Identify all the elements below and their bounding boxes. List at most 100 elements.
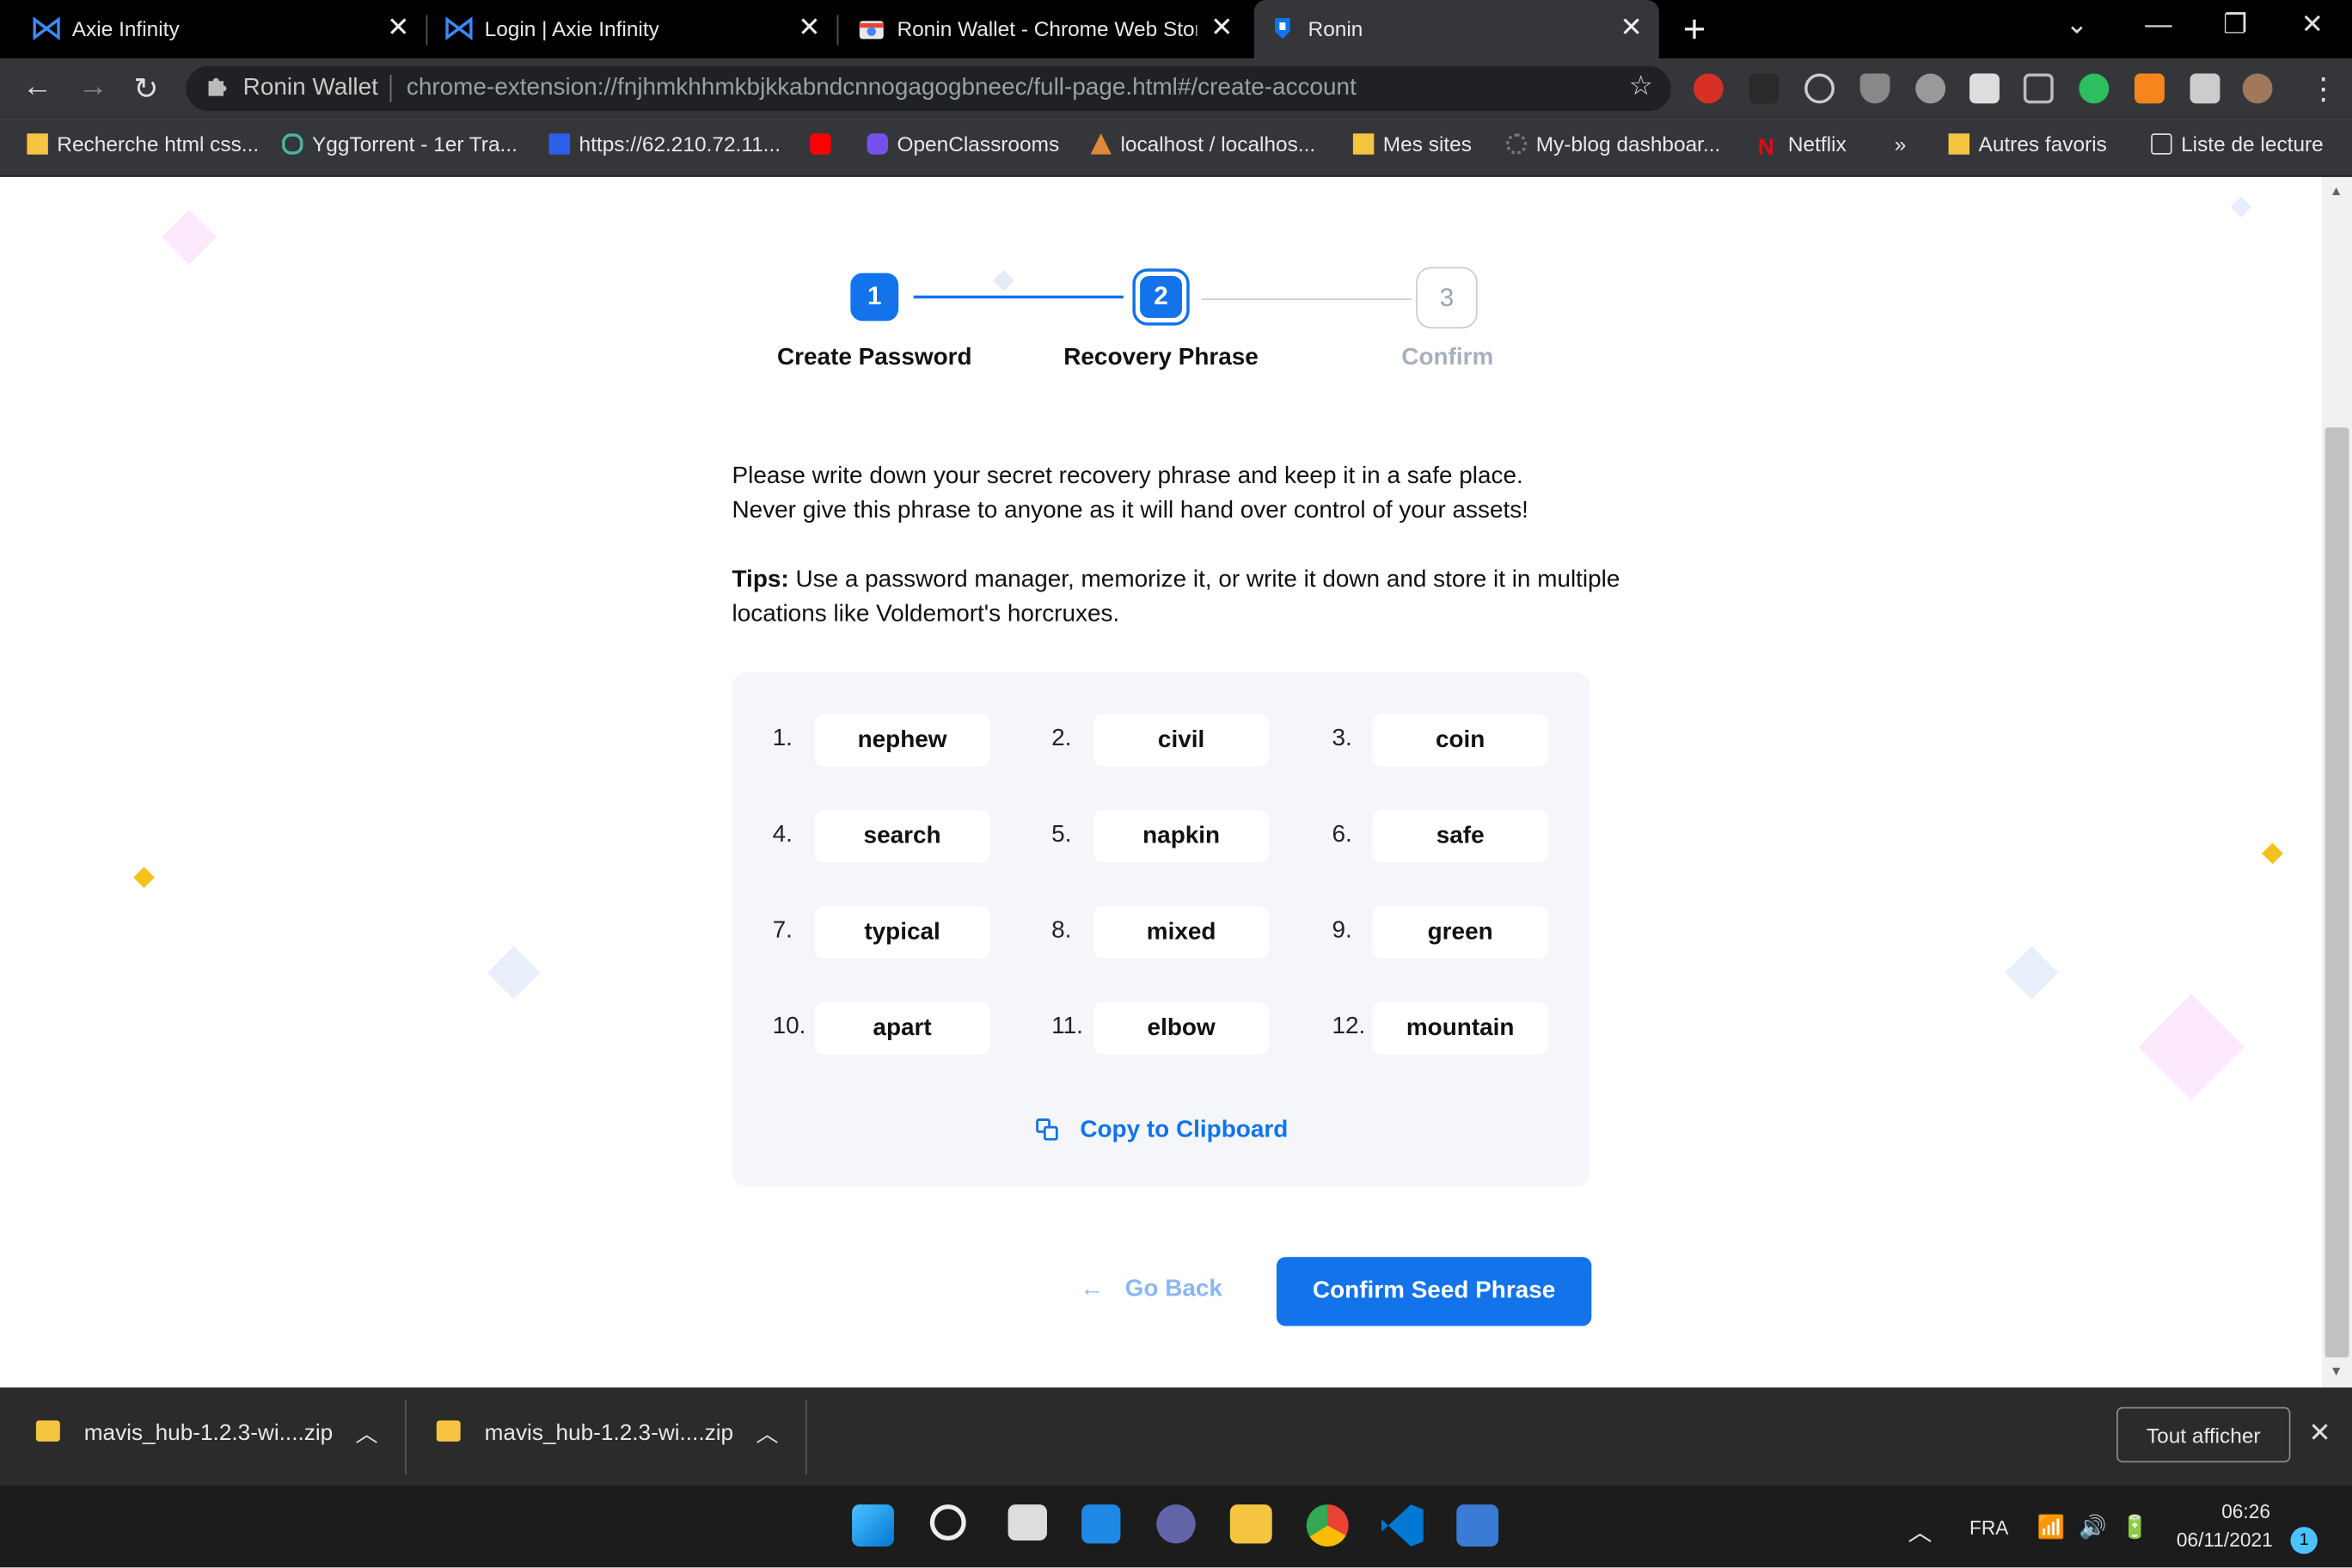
bookmark-youtube[interactable] [810,132,840,156]
reload-icon[interactable]: ↻ [133,70,158,108]
word-number: 2. [1051,726,1072,752]
download-item[interactable]: mavis_hub-1.2.3-wi....zip [436,1420,733,1446]
teams-chat-icon[interactable] [1156,1504,1196,1544]
seed-word: nephew [814,714,990,767]
tab-chrome-web-store[interactable]: Ronin Wallet - Chrome Web Store ✕ [855,0,1246,58]
windows-start-icon[interactable] [852,1504,894,1547]
mavis-hub-icon[interactable] [1456,1504,1499,1547]
profile-avatar[interactable] [2242,73,2273,104]
omnibox-url[interactable]: chrome-extension://fnjhmkhhmkbjkkabndcnn… [407,75,1357,101]
back-icon[interactable]: ← [22,70,52,105]
decor-diamond [161,209,217,265]
battery-icon[interactable]: 🔋 [2121,1514,2149,1540]
tab-title: Ronin Wallet - Chrome Web Store [897,16,1197,41]
restore-icon[interactable]: ❐ [2223,9,2247,40]
react-devtools-icon[interactable] [1804,73,1835,104]
step-3-label: Confirm [1401,345,1494,371]
file-explorer-icon[interactable] [1229,1504,1272,1544]
copy-to-clipboard-button[interactable]: Copy to Clipboard [1035,1118,1288,1144]
vscode-icon[interactable] [1381,1504,1424,1547]
bookmarks-overflow[interactable]: » [1895,132,1907,156]
seed-word: mountain [1372,1001,1548,1055]
go-back-button[interactable]: ← Go Back [1080,1277,1222,1303]
ublock-icon[interactable] [1859,73,1890,104]
show-all-downloads-button[interactable]: Tout afficher [2116,1406,2291,1463]
forward-icon[interactable]: → [78,70,108,105]
search-icon[interactable] [929,1504,966,1541]
tips-text: Tips: Use a password manager, memorize i… [732,562,1632,631]
confirm-seed-phrase-button[interactable]: Confirm Seed Phrase [1276,1257,1592,1326]
tab-ronin[interactable]: Ronin ✕ [1253,0,1659,59]
close-downloads-icon[interactable]: ✕ [2308,1418,2331,1449]
scroll-up-icon[interactable]: ▲ [2330,183,2343,198]
tips-label: Tips: [732,567,789,593]
seed-word: green [1372,905,1548,959]
clock-time[interactable]: 06:26 [2221,1500,2270,1522]
minimize-icon[interactable]: — [2145,9,2171,40]
web-store-icon [859,21,884,40]
clock-date[interactable]: 06/11/2021 [2177,1528,2273,1551]
word-number: 12. [1332,1014,1366,1040]
address-bar[interactable]: Ronin Wallet chrome-extension://fnjhmkhh… [186,65,1671,112]
tab-axie-infinity[interactable]: Axie Infinity ✕ [30,0,420,58]
intro-line-1: Please write down your secret recovery p… [732,463,1523,489]
download-divider [805,1399,807,1475]
close-tab-icon[interactable]: ✕ [387,12,409,44]
close-tab-icon[interactable]: ✕ [1210,12,1233,44]
notification-badge[interactable]: 1 [2290,1527,2318,1554]
metamask-icon[interactable] [2134,73,2165,104]
close-tab-icon[interactable]: ✕ [798,12,820,44]
close-tab-icon[interactable]: ✕ [1620,12,1642,44]
bookmark-mes-sites[interactable]: Mes sites [1352,132,1472,156]
windows-taskbar: ︿ FRA 📶 🔊 🔋 06:26 06/11/2021 [0,1485,2352,1568]
step-1-circle: 1 [850,273,899,322]
css-extension-icon[interactable] [2023,73,2054,104]
bookmark-star-icon[interactable]: ☆ [1629,70,1653,102]
bookmark-yggtorrent[interactable]: YggTorrent - 1er Tra... [282,132,518,156]
scroll-down-icon[interactable]: ▼ [2330,1363,2343,1378]
puzzle-icon [208,77,227,96]
user-extension-icon[interactable] [1915,73,1946,104]
show-hidden-icons[interactable]: ︿ [1908,1512,1932,1548]
phpmyadmin-icon [1090,133,1112,155]
tab-search-icon[interactable]: ⌄ [2066,9,2088,40]
volume-icon[interactable]: 🔊 [2079,1514,2107,1540]
netflix-icon: N [1758,135,1774,161]
bookmark-netflix[interactable]: N Netflix [1758,132,1847,161]
decor-diamond [2230,196,2252,218]
step-2-number: 2 [1140,276,1182,318]
wifi-icon[interactable]: 📶 [2037,1514,2066,1540]
tab-title: Axie Infinity [71,16,180,41]
image-extension-icon[interactable] [1969,73,2000,104]
bookmark-localhost[interactable]: localhost / localhos... [1090,132,1315,156]
widgets-icon[interactable] [1081,1504,1121,1544]
bookmark-recherche[interactable]: Recherche html css... [27,132,259,156]
chrome-icon[interactable] [1306,1504,1349,1547]
bookmark-autres-favoris[interactable]: Autres favoris [1948,132,2107,156]
extension-icon[interactable] [1749,73,1779,104]
task-view-icon[interactable] [1008,1504,1047,1541]
seed-word: coin [1372,714,1548,767]
download-divider [405,1399,407,1475]
language-indicator[interactable]: FRA [1969,1516,2008,1539]
bookmark-openclassrooms[interactable]: OpenClassrooms [867,132,1059,156]
bookmark-ip[interactable]: https://62.210.72.11... [548,132,781,156]
extensions-puzzle-icon[interactable] [2190,73,2220,104]
chevron-up-icon[interactable]: ︿ [756,1418,778,1449]
tab-title: Login | Axie Infinity [484,16,659,41]
tab-login-axie[interactable]: Login | Axie Infinity ✕ [443,0,833,58]
new-tab-icon[interactable]: + [1683,6,1706,52]
zip-file-icon [436,1420,461,1442]
evernote-icon[interactable] [2079,73,2110,104]
scrollbar-thumb[interactable] [2324,427,2349,1358]
bookmark-reading-list[interactable]: Liste de lecture [2151,132,2324,156]
chrome-menu-icon[interactable]: ⋮ [2308,70,2338,108]
adblock-icon[interactable] [1693,73,1724,104]
download-item[interactable]: mavis_hub-1.2.3-wi....zip [35,1420,333,1446]
seed-word: mixed [1093,905,1270,959]
chevron-up-icon[interactable]: ︿ [356,1418,378,1449]
download-shelf: mavis_hub-1.2.3-wi....zip ︿ mavis_hub-1.… [0,1387,2352,1485]
close-window-icon[interactable]: ✕ [2301,9,2324,40]
decor-diamond [2005,946,2059,1000]
bookmark-my-blog[interactable]: My-blog dashboar... [1505,132,1720,156]
